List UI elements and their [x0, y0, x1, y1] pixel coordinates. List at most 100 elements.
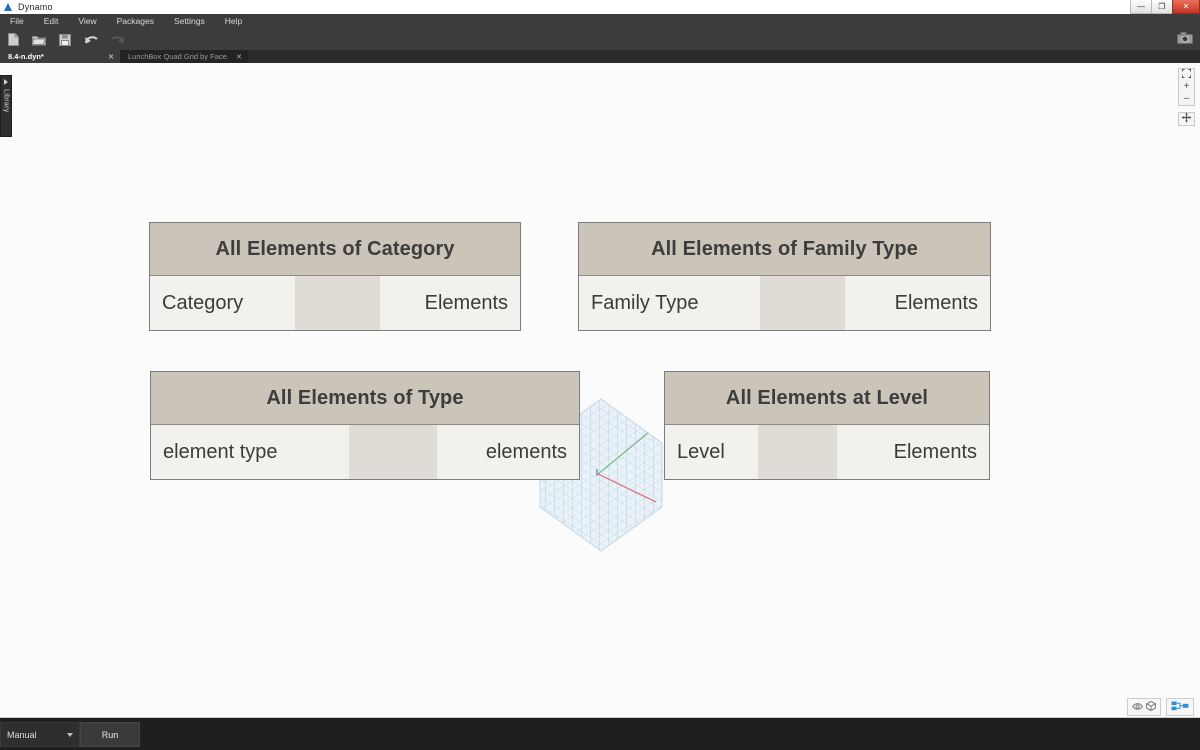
node-input-label: Level	[677, 441, 725, 464]
tab-label: LunchBox Quad Grid by Face.d	[128, 52, 228, 61]
pan-button[interactable]	[1179, 113, 1194, 125]
menu-item-file[interactable]: File	[0, 14, 34, 29]
node-header[interactable]: All Elements of Category	[150, 223, 520, 276]
open-file-button[interactable]	[26, 29, 52, 50]
close-icon: ✕	[1183, 3, 1190, 11]
run-button[interactable]: Run	[80, 722, 140, 747]
node-body: Family Type Elements	[579, 276, 990, 330]
node-center-region	[760, 276, 845, 330]
node-input-port[interactable]: Category	[150, 276, 295, 330]
menu-bar: File Edit View Packages Settings Help	[0, 14, 1200, 29]
node-header[interactable]: All Elements of Family Type	[579, 223, 990, 276]
undo-button[interactable]	[78, 29, 104, 50]
run-bar: Manual Run	[0, 718, 1200, 750]
node-input-port[interactable]: Family Type	[579, 276, 760, 330]
minimize-button[interactable]: —	[1130, 0, 1152, 14]
chevron-down-icon	[67, 733, 73, 737]
tab-bar: 8.4-n.dyn* ✕ LunchBox Quad Grid by Face.…	[0, 50, 1200, 63]
node-input-label: Category	[162, 292, 243, 315]
cube-icon	[1146, 698, 1156, 716]
zoom-button-group: + –	[1178, 68, 1195, 106]
node-center-region	[349, 425, 437, 479]
node-all-elements-of-family-type[interactable]: All Elements of Family Type Family Type …	[578, 222, 991, 331]
tab-close-icon[interactable]: ✕	[108, 53, 114, 61]
zoom-out-button[interactable]: –	[1179, 93, 1194, 105]
tab-label: 8.4-n.dyn*	[8, 52, 44, 61]
run-mode-value: Manual	[7, 730, 37, 740]
redo-button[interactable]	[104, 29, 130, 50]
node-body: Level Elements	[665, 425, 989, 479]
new-file-button[interactable]	[0, 29, 26, 50]
app-title: Dynamo	[18, 2, 53, 12]
node-output-port[interactable]: Elements	[837, 425, 989, 479]
window-controls: — ❐ ✕	[1131, 0, 1200, 14]
node-output-label: Elements	[895, 292, 978, 315]
screenshot-button[interactable]	[1170, 29, 1200, 50]
undo-icon	[84, 34, 99, 46]
camera-icon	[1177, 31, 1193, 49]
open-folder-icon	[32, 34, 46, 46]
geometry-preview-toggle[interactable]	[1127, 698, 1161, 716]
node-graph-icon	[1171, 698, 1189, 716]
axis-y-line	[598, 433, 648, 474]
chevron-right-icon	[4, 79, 8, 85]
tab-8-4-n-dyn[interactable]: 8.4-n.dyn* ✕	[0, 50, 120, 63]
node-title: All Elements of Type	[266, 387, 463, 410]
run-mode-select[interactable]: Manual	[0, 722, 80, 747]
library-panel[interactable]: Library	[0, 75, 12, 137]
node-center-region	[758, 425, 837, 479]
tab-lunchbox-quad-grid[interactable]: LunchBox Quad Grid by Face.d ✕	[120, 50, 248, 63]
node-input-port[interactable]: element type	[151, 425, 349, 479]
menu-item-packages[interactable]: Packages	[107, 14, 164, 29]
node-title: All Elements of Category	[215, 238, 454, 261]
graph-view-toggle[interactable]	[1166, 698, 1194, 716]
canvas-view-toggles	[0, 696, 1200, 718]
dynamo-window: Dynamo — ❐ ✕ File Edit View Packages Set…	[0, 0, 1200, 750]
node-center-region	[295, 276, 380, 330]
node-body: Category Elements	[150, 276, 520, 330]
node-header[interactable]: All Elements of Type	[151, 372, 579, 425]
zoom-in-button[interactable]: +	[1179, 81, 1194, 93]
save-button[interactable]	[52, 29, 78, 50]
library-panel-label: Library	[3, 89, 10, 113]
menu-item-edit[interactable]: Edit	[34, 14, 69, 29]
node-title: All Elements at Level	[726, 387, 928, 410]
menu-item-help[interactable]: Help	[215, 14, 252, 29]
redo-icon	[110, 34, 125, 46]
maximize-button[interactable]: ❐	[1151, 0, 1173, 14]
run-controls: Manual Run	[0, 722, 140, 747]
menu-item-settings[interactable]: Settings	[164, 14, 215, 29]
node-all-elements-of-category[interactable]: All Elements of Category Category Elemen…	[149, 222, 521, 331]
node-output-label: Elements	[894, 441, 977, 464]
menu-item-view[interactable]: View	[68, 14, 106, 29]
node-input-label: Family Type	[591, 292, 698, 315]
tab-close-icon[interactable]: ✕	[236, 53, 242, 61]
axis-x-line	[598, 474, 656, 502]
zoom-to-fit-icon	[1182, 69, 1191, 81]
node-output-port[interactable]: Elements	[845, 276, 990, 330]
node-input-port[interactable]: Level	[665, 425, 758, 479]
pan-move-icon	[1181, 112, 1192, 126]
node-output-label: Elements	[425, 292, 508, 315]
new-file-icon	[8, 33, 19, 46]
pan-button-group	[1178, 112, 1195, 126]
close-button[interactable]: ✕	[1172, 0, 1200, 14]
node-all-elements-of-type[interactable]: All Elements of Type element type elemen…	[150, 371, 580, 480]
node-title: All Elements of Family Type	[651, 238, 918, 261]
minimize-icon: —	[1137, 3, 1145, 11]
title-bar: Dynamo — ❐ ✕	[0, 0, 1200, 14]
save-icon	[59, 34, 71, 46]
node-output-port[interactable]: elements	[437, 425, 579, 479]
node-body: element type elements	[151, 425, 579, 479]
run-button-label: Run	[102, 730, 119, 740]
toolbar	[0, 29, 1200, 51]
node-all-elements-at-level[interactable]: All Elements at Level Level Elements	[664, 371, 990, 480]
eye-icon	[1132, 698, 1143, 716]
node-header[interactable]: All Elements at Level	[665, 372, 989, 425]
maximize-icon: ❐	[1158, 3, 1165, 11]
node-output-port[interactable]: Elements	[380, 276, 520, 330]
zoom-controls: + –	[1178, 68, 1195, 126]
graph-canvas[interactable]: Library + –	[0, 63, 1200, 701]
node-input-label: element type	[163, 441, 278, 464]
zoom-to-fit-button[interactable]	[1179, 69, 1194, 81]
